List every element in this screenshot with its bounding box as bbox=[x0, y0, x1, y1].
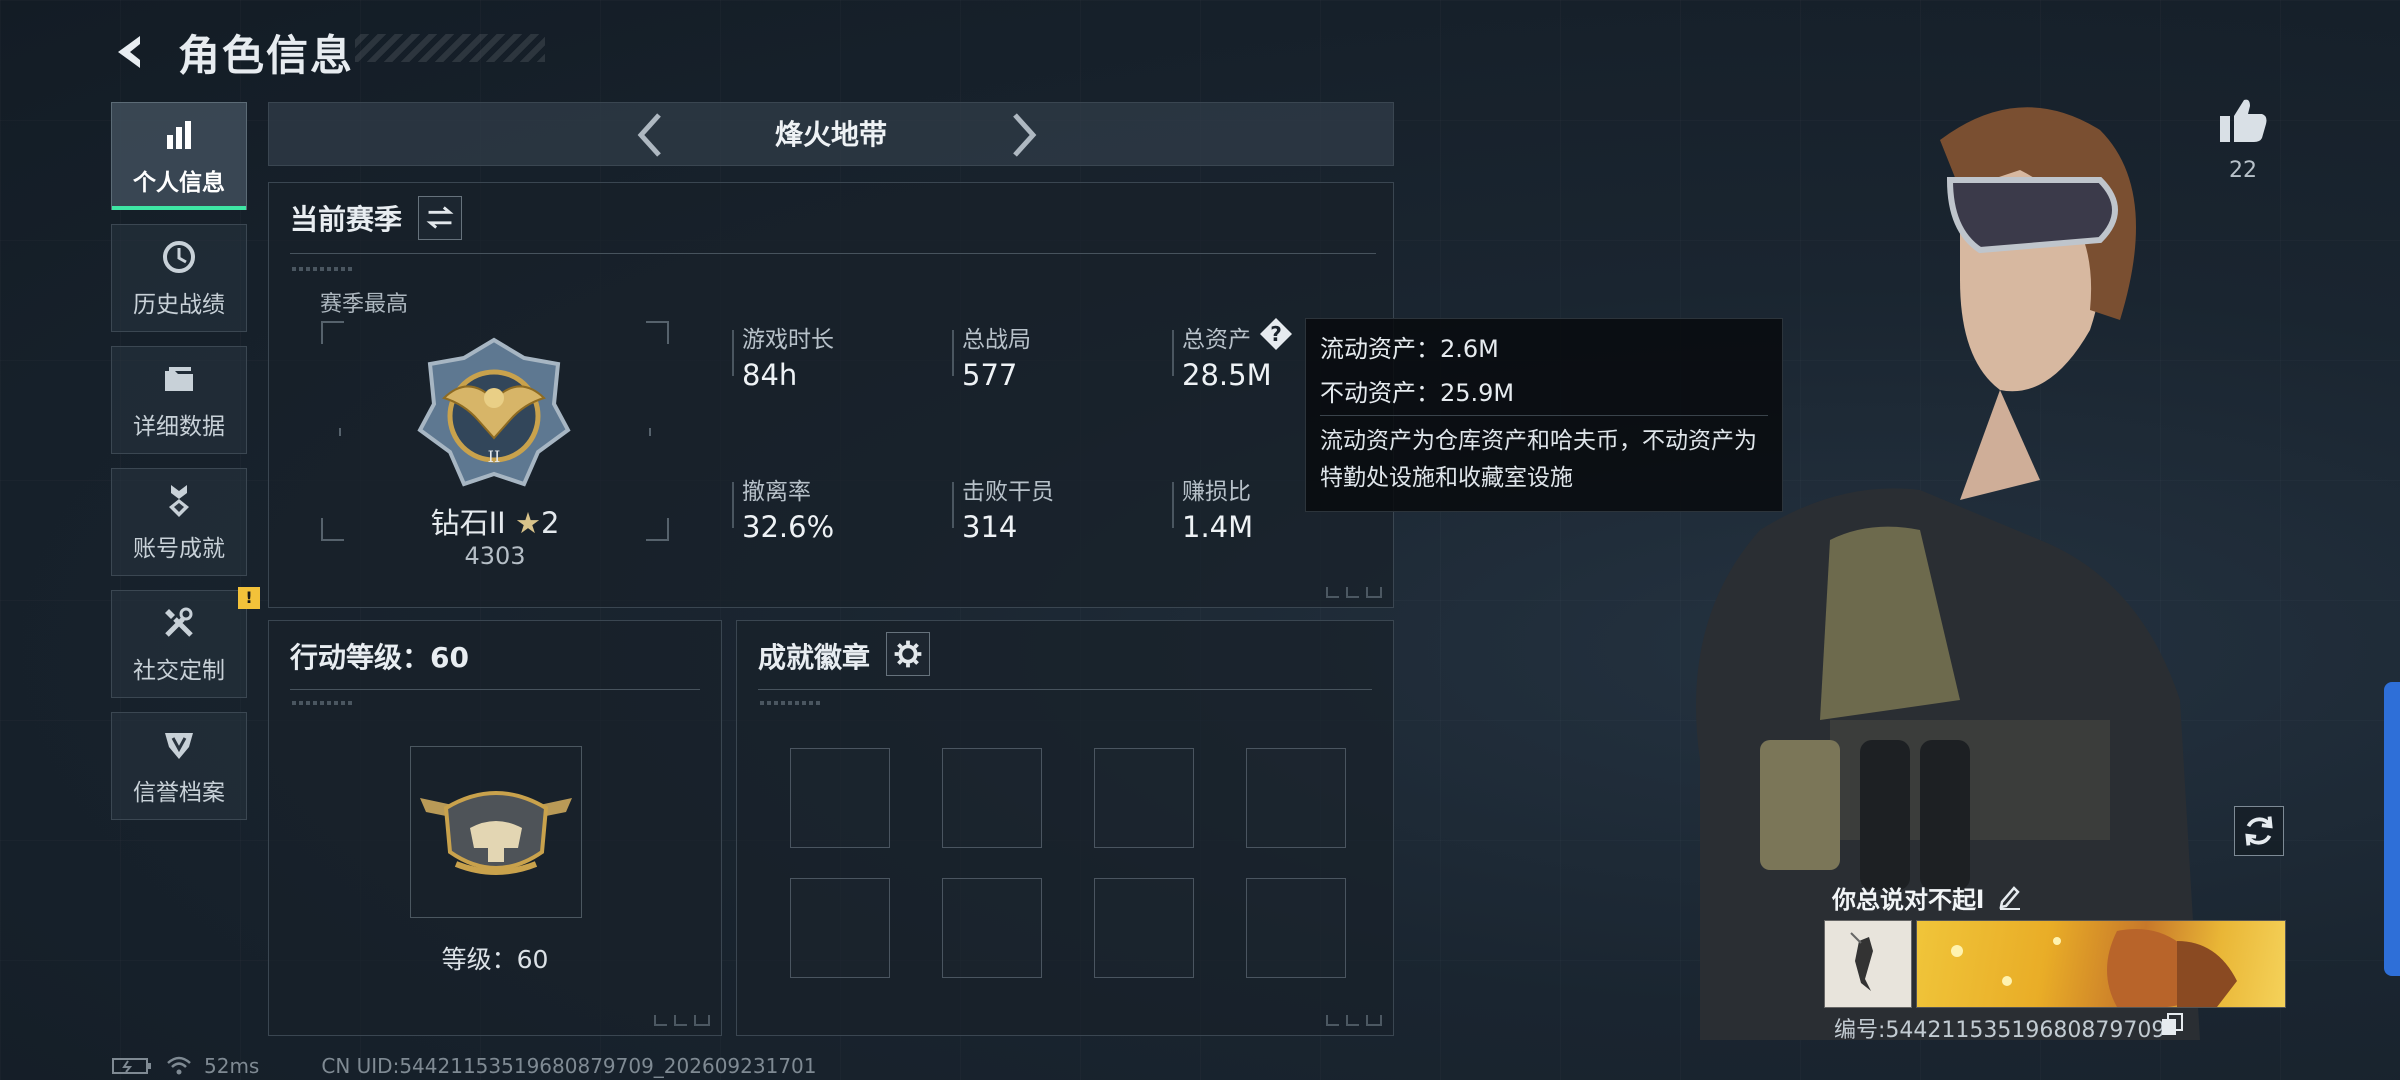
folder-icon bbox=[165, 367, 193, 391]
level-divider bbox=[290, 689, 700, 690]
badge-slot[interactable] bbox=[1094, 748, 1194, 848]
badge-slot[interactable] bbox=[942, 748, 1042, 848]
stat-separator bbox=[732, 330, 734, 376]
medal-icon bbox=[169, 485, 189, 517]
stat-separator bbox=[1172, 482, 1174, 528]
history-clock-icon bbox=[163, 241, 195, 273]
title-decoration bbox=[355, 34, 545, 62]
assets-tooltip: 流动资产：2.6M 不动资产：25.9M 流动资产为仓库资产和哈夫币，不动资产为… bbox=[1305, 318, 1783, 512]
tools-icon bbox=[165, 607, 193, 637]
sidebar-item-history[interactable]: 历史战绩 bbox=[111, 224, 247, 332]
level-text: 等级：60 bbox=[441, 945, 549, 974]
stat-matches-value: 577 bbox=[962, 358, 1018, 392]
status-bar: 52ms CN UID:544211535196808797​09_202609… bbox=[112, 1054, 817, 1078]
stat-separator bbox=[732, 482, 734, 528]
level-title: 行动等级：60 bbox=[290, 641, 469, 674]
shield-icon bbox=[165, 733, 193, 759]
svg-text:?: ? bbox=[1270, 322, 1282, 346]
divider-ticks bbox=[292, 701, 352, 705]
edit-pencil-icon[interactable] bbox=[1996, 882, 2024, 910]
season-title: 当前赛季 bbox=[290, 203, 403, 236]
season-switch-button[interactable] bbox=[418, 196, 462, 240]
banner-artwork bbox=[1951, 929, 2237, 1007]
stat-assets-label: 总资产 bbox=[1182, 327, 1251, 353]
sidebar-item-label: 历史战绩 bbox=[133, 292, 225, 318]
mode-title: 烽火地带 bbox=[774, 118, 887, 151]
divider-ticks bbox=[292, 267, 352, 271]
tooltip-divider bbox=[1320, 415, 1768, 416]
stat-assets-value: 28.5M bbox=[1182, 358, 1272, 392]
rank-emblem-icon: II bbox=[417, 337, 571, 487]
avatar[interactable] bbox=[1824, 920, 1912, 1008]
sidebar-item-social[interactable]: 社交定制 ! bbox=[111, 587, 260, 698]
profile-banner[interactable] bbox=[1916, 920, 2286, 1008]
sidebar-item-label: 详细数据 bbox=[133, 414, 225, 440]
corner-decoration bbox=[654, 1015, 710, 1026]
tooltip-description: 流动资产为仓库资产和哈夫币，不动资产为特勤处设施和收藏室设施 bbox=[1320, 428, 1757, 491]
tooltip-fixed-assets: 不动资产：25.9M bbox=[1320, 379, 1515, 407]
stat-kills-value: 314 bbox=[962, 510, 1018, 544]
avatar-figure-icon bbox=[1850, 932, 1873, 991]
stat-separator bbox=[1172, 330, 1174, 376]
divider-ticks bbox=[760, 701, 820, 705]
sidebar: 个人信息 历史战绩 详细数据 账号成就 社交定制 ! 信誉档案 bbox=[111, 102, 260, 834]
season-divider bbox=[290, 253, 1376, 254]
thumbs-up-icon[interactable] bbox=[2216, 94, 2270, 148]
bar-chart-icon bbox=[167, 121, 191, 149]
badge-slot[interactable] bbox=[790, 878, 890, 978]
badge-slot[interactable] bbox=[790, 748, 890, 848]
badge-slot[interactable] bbox=[1094, 878, 1194, 978]
sidebar-item-label: 账号成就 bbox=[133, 536, 225, 562]
sidebar-item-reputation[interactable]: 信誉档案 bbox=[111, 712, 247, 820]
corner-decoration bbox=[1326, 1015, 1382, 1026]
sidebar-item-personal-info[interactable]: 个人信息 bbox=[111, 102, 247, 210]
stat-separator bbox=[952, 482, 954, 528]
uid-text: CN UID:544211535196808797​09_20260923170… bbox=[321, 1054, 817, 1078]
sidebar-item-label: 信誉档案 bbox=[133, 780, 225, 806]
side-drawer-handle[interactable] bbox=[2384, 682, 2400, 976]
warning-badge: ! bbox=[238, 587, 260, 609]
sidebar-item-details[interactable]: 详细数据 bbox=[111, 346, 247, 454]
sidebar-item-label: 个人信息 bbox=[133, 170, 225, 196]
help-icon[interactable]: ? bbox=[1258, 316, 1294, 352]
rotate-view-button[interactable] bbox=[2234, 806, 2284, 856]
star-icon: ★ bbox=[514, 506, 541, 540]
corner-decoration bbox=[1326, 587, 1382, 598]
sidebar-item-label: 社交定制 bbox=[133, 658, 225, 684]
stat-kills-label: 击败干员 bbox=[962, 479, 1054, 505]
ping-text: 52ms bbox=[204, 1054, 260, 1078]
stat-ratio-value: 1.4M bbox=[1182, 510, 1254, 544]
stat-playtime-label: 游戏时长 bbox=[742, 327, 834, 353]
sidebar-item-achievements[interactable]: 账号成就 bbox=[111, 468, 247, 576]
helicopter-emblem-icon bbox=[420, 791, 572, 875]
badge-slot[interactable] bbox=[1246, 878, 1346, 978]
header: 角色信息 bbox=[110, 22, 354, 82]
like-count: 22 bbox=[2229, 158, 2257, 183]
back-arrow-icon[interactable] bbox=[110, 30, 154, 74]
badge-settings-button[interactable] bbox=[886, 632, 930, 676]
stat-ratio-label: 赚损比 bbox=[1182, 479, 1251, 505]
next-mode-button[interactable] bbox=[999, 111, 1047, 159]
battery-icon bbox=[112, 1058, 151, 1074]
copy-icon[interactable] bbox=[2160, 1012, 2184, 1036]
badge-slot[interactable] bbox=[1246, 748, 1346, 848]
badge-slot[interactable] bbox=[942, 878, 1042, 978]
stat-separator bbox=[952, 330, 954, 376]
badges-divider bbox=[758, 689, 1372, 690]
player-signature: 你总说对不起l bbox=[1832, 886, 1985, 914]
svg-text:II: II bbox=[488, 447, 501, 466]
stat-playtime-value: 84h bbox=[742, 358, 798, 392]
stat-extract-value: 32.6% bbox=[742, 510, 835, 544]
tooltip-liquid-assets: 流动资产：2.6M bbox=[1320, 335, 1499, 363]
rank-name: 钻石II ★2 bbox=[430, 506, 560, 540]
season-best-label: 赛季最高 bbox=[320, 292, 409, 317]
player-id: 编号:544211535196808797​09 bbox=[1834, 1018, 2166, 1043]
badges-title: 成就徽章 bbox=[758, 641, 871, 674]
wifi-icon bbox=[167, 1056, 191, 1075]
page-title: 角色信息 bbox=[178, 30, 355, 80]
stat-matches-label: 总战局 bbox=[962, 327, 1031, 353]
mode-selector: 烽火地带 bbox=[268, 102, 1394, 166]
stat-extract-label: 撤离率 bbox=[742, 479, 811, 505]
rank-score: 4303 bbox=[464, 542, 526, 570]
